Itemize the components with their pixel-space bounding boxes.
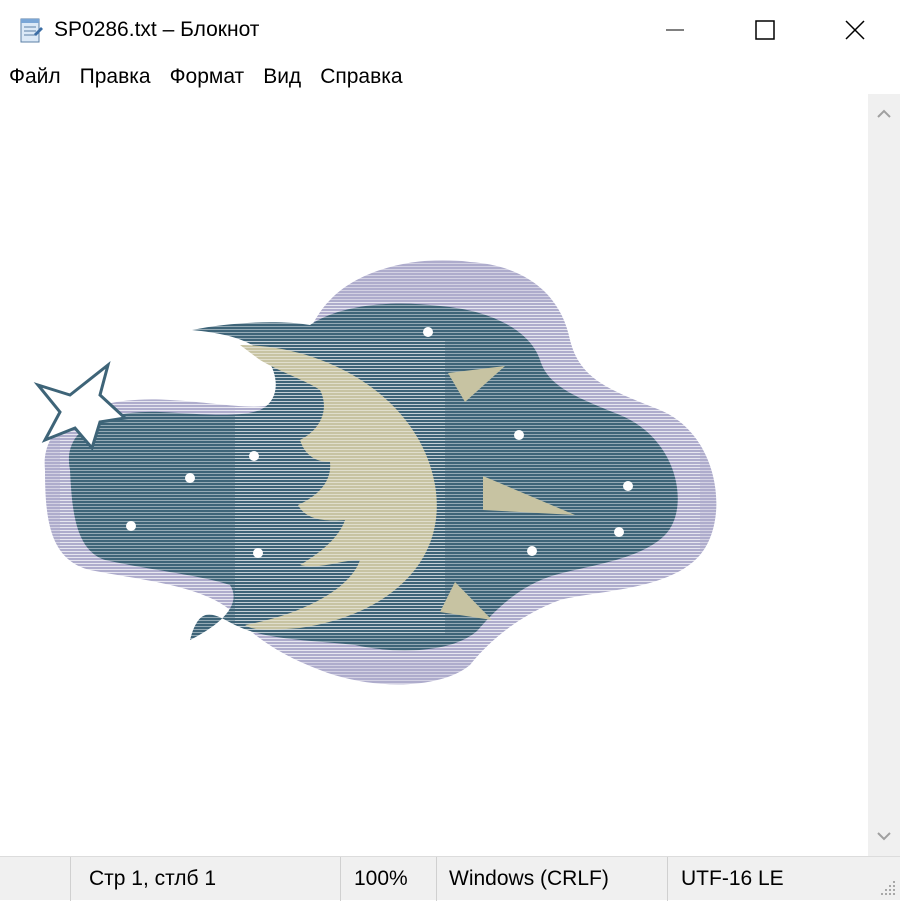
status-divider xyxy=(436,857,437,901)
status-divider xyxy=(667,857,668,901)
menu-format[interactable]: Формат xyxy=(160,64,254,90)
menu-edit[interactable]: Правка xyxy=(70,64,160,90)
resize-grip-icon[interactable] xyxy=(878,878,898,898)
text-editor[interactable] xyxy=(0,94,868,856)
menu-file[interactable]: Файл xyxy=(0,64,70,90)
title-bar[interactable]: SP0286.txt – Блокнот xyxy=(0,0,900,60)
chevron-up-icon xyxy=(877,109,891,118)
window-title: SP0286.txt – Блокнот xyxy=(54,18,260,41)
menu-view[interactable]: Вид xyxy=(253,64,310,90)
status-bar: Стр 1, стлб 1 100% Windows (CRLF) UTF-16… xyxy=(0,856,900,901)
status-zoom: 100% xyxy=(354,867,408,890)
close-icon xyxy=(845,20,865,40)
scroll-down-button[interactable] xyxy=(868,816,900,856)
maximize-icon xyxy=(755,20,775,40)
status-cursor-position: Стр 1, стлб 1 xyxy=(89,867,217,890)
menu-bar: Файл Правка Формат Вид Справка xyxy=(0,60,900,94)
menu-help[interactable]: Справка xyxy=(310,64,411,90)
chevron-down-icon xyxy=(877,832,891,841)
status-divider xyxy=(70,857,71,901)
maximize-button[interactable] xyxy=(720,0,810,60)
status-line-endings: Windows (CRLF) xyxy=(449,867,609,890)
ascii-art-image xyxy=(33,250,740,700)
status-divider xyxy=(340,857,341,901)
vertical-scrollbar[interactable] xyxy=(868,94,900,856)
minimize-icon xyxy=(666,29,684,31)
close-button[interactable] xyxy=(810,0,900,60)
status-encoding: UTF-16 LE xyxy=(681,867,784,890)
minimize-button[interactable] xyxy=(630,0,720,60)
notepad-window: SP0286.txt – Блокнот Файл Правка Формат … xyxy=(0,0,900,901)
notepad-icon[interactable] xyxy=(16,16,44,44)
scroll-up-button[interactable] xyxy=(868,94,900,134)
